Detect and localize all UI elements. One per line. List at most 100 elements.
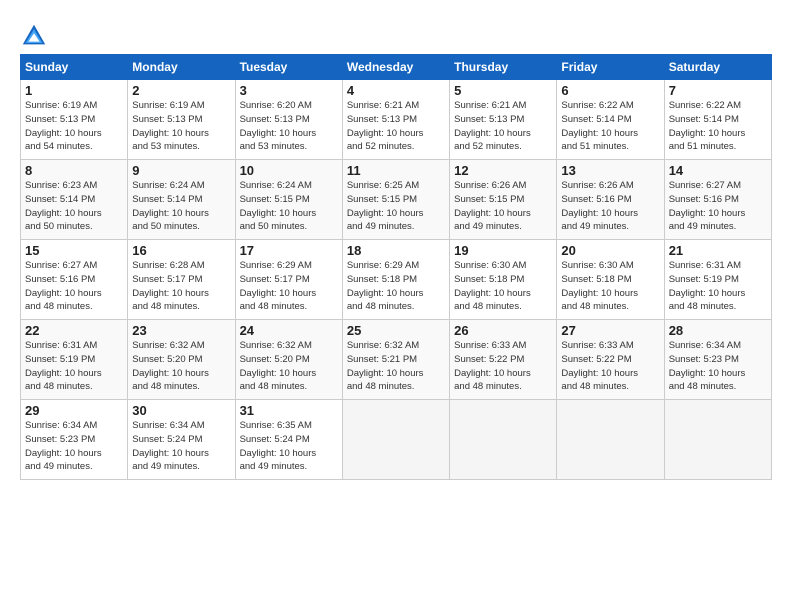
col-header-thursday: Thursday: [450, 55, 557, 80]
calendar-week-row: 22Sunrise: 6:31 AM Sunset: 5:19 PM Dayli…: [21, 320, 772, 400]
page-container: SundayMondayTuesdayWednesdayThursdayFrid…: [0, 0, 792, 490]
day-number: 11: [347, 163, 445, 178]
calendar-cell: 30Sunrise: 6:34 AM Sunset: 5:24 PM Dayli…: [128, 400, 235, 480]
col-header-saturday: Saturday: [664, 55, 771, 80]
day-info: Sunrise: 6:22 AM Sunset: 5:14 PM Dayligh…: [561, 99, 659, 154]
calendar-cell: 29Sunrise: 6:34 AM Sunset: 5:23 PM Dayli…: [21, 400, 128, 480]
day-info: Sunrise: 6:27 AM Sunset: 5:16 PM Dayligh…: [25, 259, 123, 314]
day-number: 4: [347, 83, 445, 98]
col-header-friday: Friday: [557, 55, 664, 80]
day-number: 1: [25, 83, 123, 98]
day-number: 28: [669, 323, 767, 338]
calendar-header-row: SundayMondayTuesdayWednesdayThursdayFrid…: [21, 55, 772, 80]
day-number: 29: [25, 403, 123, 418]
day-info: Sunrise: 6:29 AM Sunset: 5:17 PM Dayligh…: [240, 259, 338, 314]
day-info: Sunrise: 6:29 AM Sunset: 5:18 PM Dayligh…: [347, 259, 445, 314]
header-row: [20, 18, 772, 50]
day-number: 12: [454, 163, 552, 178]
calendar-cell: 27Sunrise: 6:33 AM Sunset: 5:22 PM Dayli…: [557, 320, 664, 400]
day-info: Sunrise: 6:35 AM Sunset: 5:24 PM Dayligh…: [240, 419, 338, 474]
day-info: Sunrise: 6:26 AM Sunset: 5:15 PM Dayligh…: [454, 179, 552, 234]
day-info: Sunrise: 6:34 AM Sunset: 5:23 PM Dayligh…: [669, 339, 767, 394]
day-info: Sunrise: 6:28 AM Sunset: 5:17 PM Dayligh…: [132, 259, 230, 314]
calendar-cell: 24Sunrise: 6:32 AM Sunset: 5:20 PM Dayli…: [235, 320, 342, 400]
day-info: Sunrise: 6:24 AM Sunset: 5:14 PM Dayligh…: [132, 179, 230, 234]
calendar-cell: 12Sunrise: 6:26 AM Sunset: 5:15 PM Dayli…: [450, 160, 557, 240]
calendar-cell: [342, 400, 449, 480]
calendar-cell: 15Sunrise: 6:27 AM Sunset: 5:16 PM Dayli…: [21, 240, 128, 320]
calendar-cell: 22Sunrise: 6:31 AM Sunset: 5:19 PM Dayli…: [21, 320, 128, 400]
day-info: Sunrise: 6:27 AM Sunset: 5:16 PM Dayligh…: [669, 179, 767, 234]
calendar-cell: 17Sunrise: 6:29 AM Sunset: 5:17 PM Dayli…: [235, 240, 342, 320]
col-header-monday: Monday: [128, 55, 235, 80]
day-info: Sunrise: 6:19 AM Sunset: 5:13 PM Dayligh…: [25, 99, 123, 154]
day-info: Sunrise: 6:30 AM Sunset: 5:18 PM Dayligh…: [454, 259, 552, 314]
calendar-cell: [664, 400, 771, 480]
calendar-cell: 14Sunrise: 6:27 AM Sunset: 5:16 PM Dayli…: [664, 160, 771, 240]
calendar-week-row: 8Sunrise: 6:23 AM Sunset: 5:14 PM Daylig…: [21, 160, 772, 240]
col-header-sunday: Sunday: [21, 55, 128, 80]
calendar-cell: 21Sunrise: 6:31 AM Sunset: 5:19 PM Dayli…: [664, 240, 771, 320]
calendar-cell: 31Sunrise: 6:35 AM Sunset: 5:24 PM Dayli…: [235, 400, 342, 480]
day-number: 21: [669, 243, 767, 258]
day-number: 23: [132, 323, 230, 338]
calendar-cell: 5Sunrise: 6:21 AM Sunset: 5:13 PM Daylig…: [450, 80, 557, 160]
calendar-cell: 1Sunrise: 6:19 AM Sunset: 5:13 PM Daylig…: [21, 80, 128, 160]
calendar-week-row: 29Sunrise: 6:34 AM Sunset: 5:23 PM Dayli…: [21, 400, 772, 480]
day-info: Sunrise: 6:33 AM Sunset: 5:22 PM Dayligh…: [561, 339, 659, 394]
day-info: Sunrise: 6:32 AM Sunset: 5:21 PM Dayligh…: [347, 339, 445, 394]
calendar-cell: 26Sunrise: 6:33 AM Sunset: 5:22 PM Dayli…: [450, 320, 557, 400]
calendar-cell: 8Sunrise: 6:23 AM Sunset: 5:14 PM Daylig…: [21, 160, 128, 240]
logo-icon: [20, 22, 48, 50]
day-info: Sunrise: 6:25 AM Sunset: 5:15 PM Dayligh…: [347, 179, 445, 234]
day-number: 18: [347, 243, 445, 258]
calendar-cell: 6Sunrise: 6:22 AM Sunset: 5:14 PM Daylig…: [557, 80, 664, 160]
day-number: 20: [561, 243, 659, 258]
day-info: Sunrise: 6:31 AM Sunset: 5:19 PM Dayligh…: [669, 259, 767, 314]
calendar-table: SundayMondayTuesdayWednesdayThursdayFrid…: [20, 54, 772, 480]
day-info: Sunrise: 6:34 AM Sunset: 5:23 PM Dayligh…: [25, 419, 123, 474]
day-number: 14: [669, 163, 767, 178]
calendar-cell: 2Sunrise: 6:19 AM Sunset: 5:13 PM Daylig…: [128, 80, 235, 160]
day-number: 31: [240, 403, 338, 418]
day-number: 22: [25, 323, 123, 338]
day-info: Sunrise: 6:20 AM Sunset: 5:13 PM Dayligh…: [240, 99, 338, 154]
day-number: 26: [454, 323, 552, 338]
day-info: Sunrise: 6:24 AM Sunset: 5:15 PM Dayligh…: [240, 179, 338, 234]
day-number: 13: [561, 163, 659, 178]
day-info: Sunrise: 6:31 AM Sunset: 5:19 PM Dayligh…: [25, 339, 123, 394]
day-number: 15: [25, 243, 123, 258]
calendar-cell: 10Sunrise: 6:24 AM Sunset: 5:15 PM Dayli…: [235, 160, 342, 240]
day-info: Sunrise: 6:32 AM Sunset: 5:20 PM Dayligh…: [132, 339, 230, 394]
col-header-wednesday: Wednesday: [342, 55, 449, 80]
logo: [20, 22, 50, 50]
calendar-cell: 3Sunrise: 6:20 AM Sunset: 5:13 PM Daylig…: [235, 80, 342, 160]
calendar-cell: 13Sunrise: 6:26 AM Sunset: 5:16 PM Dayli…: [557, 160, 664, 240]
calendar-cell: 19Sunrise: 6:30 AM Sunset: 5:18 PM Dayli…: [450, 240, 557, 320]
day-number: 19: [454, 243, 552, 258]
calendar-week-row: 15Sunrise: 6:27 AM Sunset: 5:16 PM Dayli…: [21, 240, 772, 320]
day-number: 3: [240, 83, 338, 98]
day-info: Sunrise: 6:23 AM Sunset: 5:14 PM Dayligh…: [25, 179, 123, 234]
day-info: Sunrise: 6:30 AM Sunset: 5:18 PM Dayligh…: [561, 259, 659, 314]
day-number: 25: [347, 323, 445, 338]
day-number: 24: [240, 323, 338, 338]
day-number: 10: [240, 163, 338, 178]
calendar-cell: [450, 400, 557, 480]
day-number: 6: [561, 83, 659, 98]
col-header-tuesday: Tuesday: [235, 55, 342, 80]
calendar-cell: 11Sunrise: 6:25 AM Sunset: 5:15 PM Dayli…: [342, 160, 449, 240]
day-number: 5: [454, 83, 552, 98]
day-info: Sunrise: 6:34 AM Sunset: 5:24 PM Dayligh…: [132, 419, 230, 474]
day-number: 17: [240, 243, 338, 258]
calendar-cell: 20Sunrise: 6:30 AM Sunset: 5:18 PM Dayli…: [557, 240, 664, 320]
day-info: Sunrise: 6:32 AM Sunset: 5:20 PM Dayligh…: [240, 339, 338, 394]
day-number: 16: [132, 243, 230, 258]
day-number: 30: [132, 403, 230, 418]
calendar-cell: 28Sunrise: 6:34 AM Sunset: 5:23 PM Dayli…: [664, 320, 771, 400]
calendar-week-row: 1Sunrise: 6:19 AM Sunset: 5:13 PM Daylig…: [21, 80, 772, 160]
day-number: 2: [132, 83, 230, 98]
calendar-cell: 4Sunrise: 6:21 AM Sunset: 5:13 PM Daylig…: [342, 80, 449, 160]
calendar-cell: 9Sunrise: 6:24 AM Sunset: 5:14 PM Daylig…: [128, 160, 235, 240]
day-info: Sunrise: 6:22 AM Sunset: 5:14 PM Dayligh…: [669, 99, 767, 154]
